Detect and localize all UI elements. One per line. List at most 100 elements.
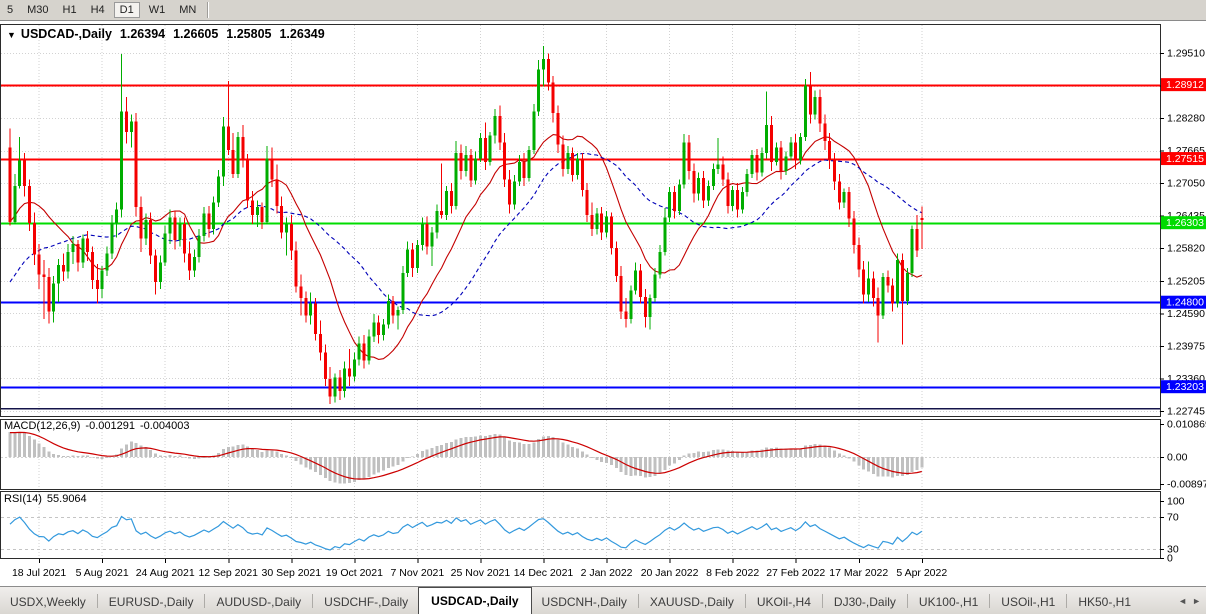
candle-body — [663, 217, 667, 252]
macd-histogram-bar — [881, 457, 885, 477]
tab-xauusd-daily[interactable]: XAUUSD-,Daily — [640, 590, 744, 614]
price-axis-label: 1.27050 — [1167, 178, 1205, 190]
candle-body — [532, 111, 536, 150]
tab-eurusd-daily[interactable]: EURUSD-,Daily — [99, 590, 204, 614]
candle-body — [120, 111, 124, 210]
candle-body — [76, 244, 80, 263]
macd-histogram-bar — [275, 451, 279, 457]
candle-body — [90, 251, 94, 280]
candle-body — [352, 359, 356, 377]
macd-histogram-bar — [498, 434, 502, 457]
macd-histogram-bar — [90, 456, 94, 458]
macd-histogram-bar — [187, 457, 191, 459]
candle-body — [774, 147, 778, 162]
candle-body — [813, 96, 817, 115]
candle-body — [794, 142, 798, 161]
candle-body — [168, 217, 172, 234]
candle-body — [876, 297, 880, 316]
candle-body — [105, 253, 109, 271]
macd-histogram-bar — [149, 450, 153, 457]
candle-body — [881, 276, 885, 316]
tab-scroll-left-icon[interactable]: ◄ — [1178, 596, 1192, 614]
candle-body — [37, 254, 41, 275]
candle-body — [546, 58, 550, 83]
macd-histogram-bar — [512, 441, 516, 457]
macd-histogram-bar — [246, 446, 250, 457]
tab-dj30-daily[interactable]: DJ30-,Daily — [824, 590, 906, 614]
tab-usdx-weekly[interactable]: USDX,Weekly — [0, 590, 96, 614]
macd-histogram-bar — [362, 457, 366, 479]
macd-histogram-bar — [47, 451, 51, 457]
macd-histogram-bar — [197, 457, 201, 459]
price-level-badge-value: 1.24800 — [1166, 297, 1204, 309]
macd-value-1: -0.001291 — [85, 420, 135, 432]
macd-histogram-bar — [71, 455, 75, 457]
macd-histogram-bar — [575, 448, 579, 457]
tab-separator — [989, 594, 991, 608]
candle-body — [677, 184, 681, 212]
tab-separator — [821, 594, 823, 608]
symbol-dropdown-icon[interactable]: ▼ — [7, 30, 16, 40]
candle-body — [197, 236, 201, 258]
macd-histogram-bar — [183, 456, 187, 458]
candle-body — [251, 200, 254, 215]
candle-body — [682, 142, 686, 185]
candle-body — [144, 220, 148, 239]
macd-histogram-bar — [294, 457, 298, 462]
candle-body — [905, 273, 909, 302]
candle-body — [736, 190, 739, 210]
price-axis-label: 1.25820 — [1167, 243, 1205, 255]
tab-ukoil-h4[interactable]: UKOil-,H4 — [747, 590, 821, 614]
candle-body — [799, 137, 803, 161]
candle-body — [32, 222, 36, 255]
macd-histogram-bar — [391, 457, 395, 467]
date-axis-label: 24 Aug 2021 — [136, 567, 195, 579]
macd-histogram-bar — [328, 457, 332, 482]
macd-histogram-bar — [803, 445, 807, 457]
macd-histogram-bar — [478, 435, 482, 457]
price-axis-label: 1.29510 — [1167, 48, 1205, 60]
candle-body — [86, 238, 90, 252]
macd-histogram-bar — [508, 440, 512, 457]
tab-hk50-h1[interactable]: HK50-,H1 — [1068, 590, 1141, 614]
rsi-axis-label: 100 — [1167, 496, 1185, 508]
candle-body — [260, 206, 264, 222]
macd-histogram-bar — [740, 452, 744, 457]
tab-uk100-h1[interactable]: UK100-,H1 — [909, 590, 988, 614]
macd-indicator-label: MACD(12,26,9) -0.001291 -0.004003 — [4, 420, 195, 432]
tab-audusd-daily[interactable]: AUDUSD-,Daily — [206, 590, 311, 614]
candle-body — [61, 265, 65, 272]
candle-body — [8, 147, 12, 222]
candle-body — [653, 274, 657, 298]
price-level-badge-value: 1.28912 — [1166, 79, 1204, 91]
candle-body — [561, 144, 565, 169]
candle-body — [115, 209, 119, 223]
candle-body — [425, 223, 429, 247]
tab-scroll-right-icon[interactable]: ► — [1192, 596, 1206, 614]
macd-histogram-bar — [52, 453, 56, 457]
macd-histogram-bar — [677, 457, 681, 461]
candle-body — [886, 276, 890, 286]
tab-usdcnh-daily[interactable]: USDCNH-,Daily — [532, 590, 637, 614]
candle-body — [512, 181, 516, 205]
candle-body — [614, 248, 618, 276]
candle-body — [100, 270, 104, 289]
tab-usdchf-daily[interactable]: USDCHF-,Daily — [314, 590, 418, 614]
candle-body — [52, 283, 56, 312]
chart-canvas[interactable]: 1.295101.288951.282801.276651.270501.264… — [0, 0, 1206, 614]
macd-histogram-bar — [915, 457, 919, 471]
candle-body — [537, 69, 541, 112]
tab-usdcad-daily[interactable]: USDCAD-,Daily — [418, 587, 532, 614]
tab-usoil-h1[interactable]: USOil-,H1 — [991, 590, 1065, 614]
candle-body — [420, 223, 424, 246]
tab-separator — [637, 594, 639, 608]
macd-histogram-bar — [837, 453, 841, 457]
candle-body — [726, 179, 730, 206]
macd-histogram-bar — [367, 457, 371, 477]
macd-histogram-bar — [158, 455, 162, 457]
rsi-panel[interactable] — [0, 491, 1161, 559]
macd-histogram-bar — [299, 457, 303, 465]
candle-body — [154, 255, 157, 283]
candle-body — [580, 158, 584, 191]
candle-body — [411, 249, 415, 268]
